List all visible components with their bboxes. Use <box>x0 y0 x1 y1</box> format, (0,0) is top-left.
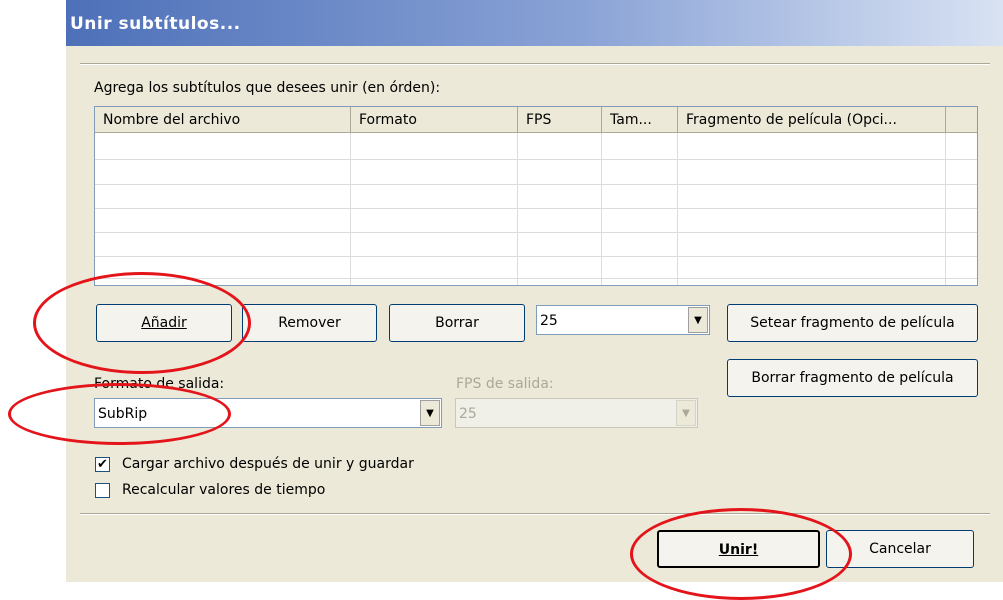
clear-button-label: Borrar <box>435 315 479 331</box>
column-header-size[interactable]: Tam... <box>602 107 678 133</box>
output-fps-combo: 25 ▼ <box>455 398 698 428</box>
set-fragment-button[interactable]: Setear fragmento de película <box>727 304 978 342</box>
column-header-format[interactable]: Formato <box>351 107 518 133</box>
chevron-down-icon: ▼ <box>676 400 696 426</box>
list-label: Agrega los subtítulos que desees unir (e… <box>94 80 441 96</box>
set-fragment-button-label: Setear fragmento de película <box>750 315 955 331</box>
grid-col-line <box>601 133 602 285</box>
bottom-separator <box>80 513 990 515</box>
highlight-circle-add <box>33 272 251 374</box>
clear-fragment-button[interactable]: Borrar fragmento de película <box>727 359 978 397</box>
grid-row-line <box>95 208 977 209</box>
fps-combo[interactable]: 25 ▼ <box>536 305 710 335</box>
recalculate-times-label[interactable]: Recalcular valores de tiempo <box>122 482 325 498</box>
subtitles-list[interactable]: Nombre del archivo Formato FPS Tam... Fr… <box>94 106 978 286</box>
grid-row-line <box>95 184 977 185</box>
window-title: Unir subtítulos... <box>70 14 241 34</box>
remove-button[interactable]: Remover <box>242 304 377 342</box>
chevron-down-icon[interactable]: ▼ <box>420 400 440 426</box>
recalculate-times-checkbox[interactable] <box>95 483 110 498</box>
grid-row-line <box>95 159 977 160</box>
grid-col-line <box>677 133 678 285</box>
highlight-circle-merge <box>630 508 852 600</box>
grid-row-line <box>95 256 977 257</box>
column-header-filename[interactable]: Nombre del archivo <box>95 107 351 133</box>
load-after-merge-label[interactable]: Cargar archivo después de unir y guardar <box>122 456 414 472</box>
top-separator <box>80 63 990 65</box>
load-after-merge-checkbox[interactable]: ✔ <box>95 457 110 472</box>
title-bar[interactable]: Unir subtítulos... <box>66 0 1003 46</box>
clear-button[interactable]: Borrar <box>389 304 525 342</box>
column-header-filler <box>946 107 977 133</box>
grid-row-line <box>95 232 977 233</box>
highlight-circle-format <box>8 383 231 445</box>
clear-fragment-button-label: Borrar fragmento de película <box>751 370 954 386</box>
fps-combo-value: 25 <box>540 313 558 329</box>
column-header-fragment[interactable]: Fragmento de película (Opci... <box>678 107 946 133</box>
grid-col-line <box>945 133 946 285</box>
output-fps-label: FPS de salida: <box>456 376 554 392</box>
chevron-down-icon[interactable]: ▼ <box>688 307 708 333</box>
column-header-fps[interactable]: FPS <box>518 107 602 133</box>
output-fps-value: 25 <box>459 406 477 422</box>
grid-row-line <box>95 278 977 279</box>
cancel-button-label: Cancelar <box>869 541 931 557</box>
grid-col-line <box>350 133 351 285</box>
grid-col-line <box>517 133 518 285</box>
remove-button-label: Remover <box>278 315 341 331</box>
